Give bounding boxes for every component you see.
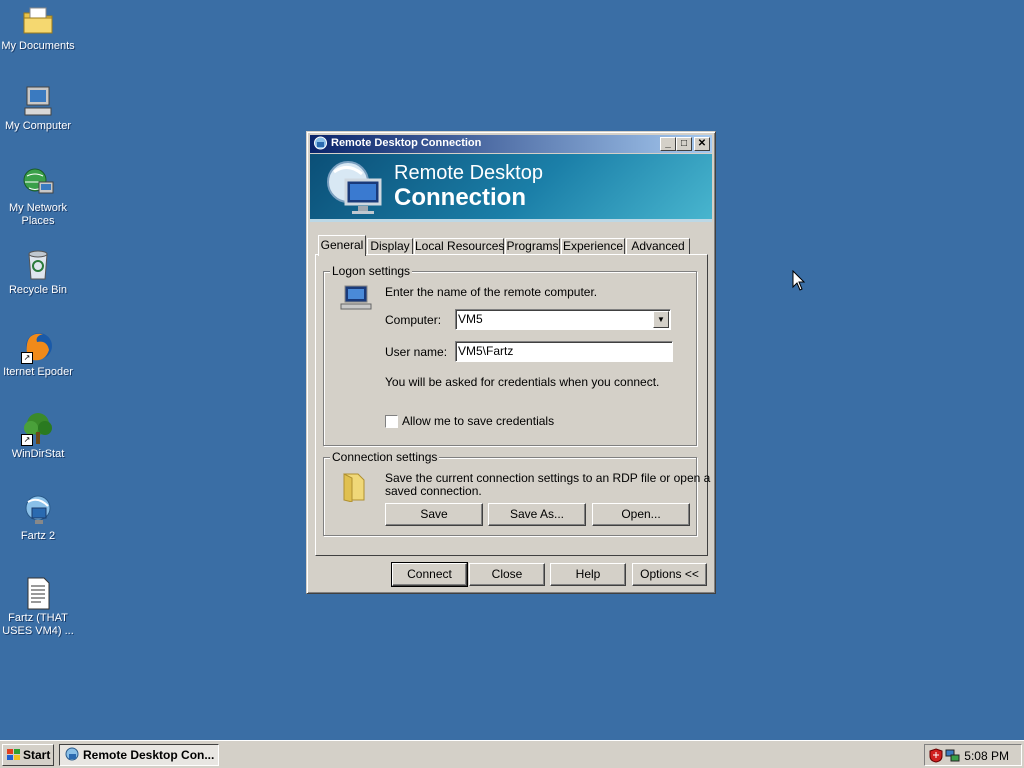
tab-local-resources[interactable]: Local Resources: [414, 238, 504, 255]
connection-description-line2: saved connection.: [385, 484, 482, 498]
desktop-icon-label: My Documents: [1, 40, 75, 52]
network-connection-icon[interactable]: [945, 748, 961, 763]
security-shield-icon[interactable]: [929, 748, 943, 763]
desktop-icon-label: My Computer: [4, 120, 72, 132]
minimize-button[interactable]: _: [660, 137, 676, 151]
banner: Remote Desktop Connection: [310, 154, 712, 222]
tab-advanced[interactable]: Advanced: [626, 238, 690, 255]
desktop-icon-label: Fartz 2: [20, 530, 56, 542]
desktop-icon-label: Recycle Bin: [8, 284, 68, 296]
close-window-button[interactable]: ✕: [694, 137, 710, 151]
username-label: User name:: [385, 345, 448, 359]
desktop-icon-fartz-vm4[interactable]: Fartz (THAT USES VM4) ...: [0, 576, 76, 638]
connect-button[interactable]: Connect: [391, 562, 468, 587]
maximize-button[interactable]: □: [676, 137, 692, 151]
logon-settings-title: Logon settings: [330, 264, 413, 278]
title-bar[interactable]: Remote Desktop Connection _ □ ✕: [310, 135, 712, 153]
computer-icon: [21, 84, 55, 118]
taskbar-item-remote-desktop[interactable]: Remote Desktop Con...: [59, 744, 219, 766]
tab-display[interactable]: Display: [367, 238, 413, 255]
remote-desktop-dialog: Remote Desktop Connection _ □ ✕ Remote D…: [306, 131, 716, 594]
connection-settings-title: Connection settings: [330, 450, 440, 464]
tab-general[interactable]: General: [318, 235, 366, 256]
taskbar-item-label: Remote Desktop Con...: [83, 748, 215, 762]
save-button[interactable]: Save: [385, 503, 483, 526]
desktop-icon-windirstat[interactable]: ↗ WinDirStat: [0, 412, 76, 461]
shortcut-arrow-icon: ↗: [21, 434, 33, 446]
desktop-icon-recycle-bin[interactable]: Recycle Bin: [0, 248, 76, 297]
computer-value: VM5: [458, 312, 483, 326]
start-button[interactable]: Start: [2, 744, 54, 766]
remote-desktop-icon: [21, 494, 55, 528]
taskbar: Start Remote Desktop Con... 5:08 PM: [0, 740, 1024, 768]
banner-title-line1: Remote Desktop: [394, 162, 543, 184]
tab-programs[interactable]: Programs: [505, 238, 560, 255]
windirstat-tree-icon: ↗: [21, 412, 55, 446]
username-value: VM5\Fartz: [458, 344, 514, 358]
save-credentials-checkbox[interactable]: [385, 415, 398, 428]
desktop-icon-label: Fartz (THAT USES VM4) ...: [2, 612, 74, 637]
computer-logon-icon: [340, 285, 372, 310]
folder-icon: [343, 473, 365, 502]
computer-combobox[interactable]: VM5 ▼: [455, 309, 671, 330]
folder-documents-icon: [21, 4, 55, 38]
open-button[interactable]: Open...: [592, 503, 690, 526]
desktop-icon-my-computer[interactable]: My Computer: [0, 84, 76, 133]
computer-label: Computer:: [385, 313, 442, 327]
credentials-note: You will be asked for credentials when y…: [385, 375, 660, 389]
desktop-icon-label: My Network Places: [8, 202, 68, 227]
save-as-button[interactable]: Save As...: [488, 503, 586, 526]
options-button[interactable]: Options <<: [632, 563, 707, 586]
desktop-icon-internet-epoder[interactable]: ↗ Iternet Epoder: [0, 330, 76, 379]
connection-settings-group: Connection settings Save the current con…: [323, 450, 710, 536]
close-button[interactable]: Close: [469, 563, 545, 586]
remote-desktop-icon: [314, 136, 327, 150]
firefox-icon: ↗: [21, 330, 55, 364]
shortcut-arrow-icon: ↗: [21, 352, 33, 364]
windows-logo-icon: [7, 749, 20, 760]
mouse-cursor-icon: [792, 270, 806, 291]
desktop-icon-label: Iternet Epoder: [3, 366, 73, 378]
username-field[interactable]: VM5\Fartz: [455, 341, 673, 362]
desktop-icon-my-documents[interactable]: My Documents: [0, 4, 76, 53]
system-tray: 5:08 PM: [924, 744, 1022, 766]
banner-title-line2: Connection: [394, 184, 526, 211]
desktop-icon-my-network-places[interactable]: My Network Places: [0, 166, 76, 228]
logon-settings-group: Logon settings Enter the name of the rem…: [323, 264, 697, 446]
remote-desktop-icon: [65, 747, 79, 761]
network-places-icon: [21, 166, 55, 200]
banner-stripe: [310, 219, 712, 222]
recycle-bin-icon: [21, 248, 55, 282]
connection-description-line1: Save the current connection settings to …: [385, 471, 711, 485]
tab-experience[interactable]: Experience: [561, 238, 625, 255]
desktop-icon-label: WinDirStat: [11, 448, 65, 460]
save-credentials-label[interactable]: Allow me to save credentials: [402, 414, 554, 428]
window-title: Remote Desktop Connection: [331, 137, 482, 149]
tab-panel-general: Logon settings Enter the name of the rem…: [315, 254, 710, 556]
help-button[interactable]: Help: [550, 563, 626, 586]
clock[interactable]: 5:08 PM: [964, 749, 1009, 763]
rdp-file-icon: [21, 576, 55, 610]
desktop-icon-fartz-2[interactable]: Fartz 2: [0, 494, 76, 543]
start-label: Start: [23, 748, 51, 762]
chevron-down-icon[interactable]: ▼: [653, 311, 669, 328]
remote-desktop-monitor-icon: [327, 161, 382, 214]
logon-intro-text: Enter the name of the remote computer.: [385, 285, 598, 299]
